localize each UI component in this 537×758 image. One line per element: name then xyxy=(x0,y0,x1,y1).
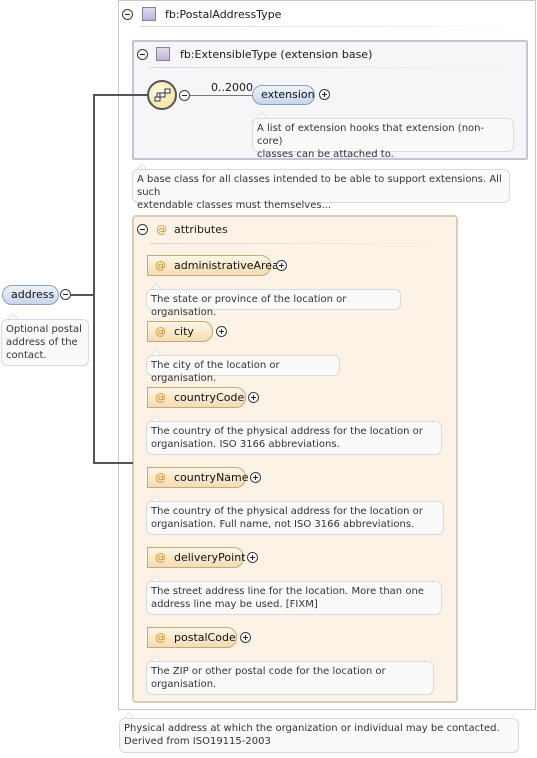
administrative-area-doc: The state or province of the location or… xyxy=(146,289,401,318)
collapse-attributes-icon[interactable] xyxy=(137,224,148,235)
attributes-title: attributes xyxy=(174,223,228,236)
attribute-symbol: @ xyxy=(155,631,166,644)
expand-extension-element-icon[interactable] xyxy=(319,89,330,100)
type-header-rule xyxy=(140,26,530,27)
extension-header-rule xyxy=(150,67,520,68)
attribute-symbol: @ xyxy=(155,259,166,272)
connector-to-attributes xyxy=(93,462,133,464)
sequence-compositor-icon[interactable] xyxy=(147,80,177,110)
country-code-doc: The country of the physical address for … xyxy=(146,421,442,455)
attribute-group-symbol: @ xyxy=(156,223,167,236)
expand-postal-code-icon[interactable] xyxy=(240,632,251,643)
complex-type-icon xyxy=(142,7,156,21)
attribute-postal-code[interactable]: @ postalCode xyxy=(147,627,237,648)
collapse-extension-icon[interactable] xyxy=(137,49,148,60)
extension-element-doc: A list of extension hooks that extension… xyxy=(252,118,514,160)
sequence-connector xyxy=(190,95,252,96)
attribute-symbol: @ xyxy=(155,391,166,404)
extension-element[interactable]: extension xyxy=(252,85,315,105)
attribute-city[interactable]: @ city xyxy=(147,321,213,342)
delivery-point-doc: The street address line for the location… xyxy=(146,581,442,615)
address-doc: Optional postal address of the contact. xyxy=(1,319,89,366)
expand-delivery-point-icon[interactable] xyxy=(247,552,258,563)
attribute-country-name[interactable]: @ countryName xyxy=(147,467,249,488)
attribute-country-code[interactable]: @ countryCode xyxy=(147,387,246,408)
extension-occurrence: 0..2000 xyxy=(211,81,253,94)
attribute-symbol: @ xyxy=(155,471,166,484)
type-name: fb:PostalAddressType xyxy=(165,8,282,21)
root-element-address[interactable]: address xyxy=(2,285,59,305)
extension-base-doc: A base class for all classes intended to… xyxy=(132,169,510,211)
attribute-symbol: @ xyxy=(155,551,166,564)
attribute-symbol: @ xyxy=(155,325,166,338)
expand-country-name-icon[interactable] xyxy=(250,472,261,483)
expand-administrative-area-icon[interactable] xyxy=(276,260,287,271)
connector-to-sequence xyxy=(93,94,148,96)
attributes-header-rule xyxy=(150,243,450,244)
expand-city-icon[interactable] xyxy=(216,326,227,337)
root-connector-horizontal xyxy=(71,294,95,296)
city-doc: The city of the location or organisation… xyxy=(146,355,340,384)
expand-country-code-icon[interactable] xyxy=(248,392,259,403)
country-name-doc: The country of the physical address for … xyxy=(146,501,444,535)
attribute-administrative-area[interactable]: @ administrativeArea xyxy=(147,255,279,276)
type-doc: Physical address at which the organizati… xyxy=(119,718,519,753)
attribute-delivery-point[interactable]: @ deliveryPoint xyxy=(147,547,245,568)
collapse-address-icon[interactable] xyxy=(60,289,71,300)
collapse-sequence-icon[interactable] xyxy=(179,90,190,101)
extension-type-icon xyxy=(156,47,170,61)
extension-base-name: fb:ExtensibleType (extension base) xyxy=(180,48,373,61)
collapse-type-icon[interactable] xyxy=(122,9,133,20)
root-connector-vertical xyxy=(93,95,95,464)
postal-code-doc: The ZIP or other postal code for the loc… xyxy=(146,661,434,695)
